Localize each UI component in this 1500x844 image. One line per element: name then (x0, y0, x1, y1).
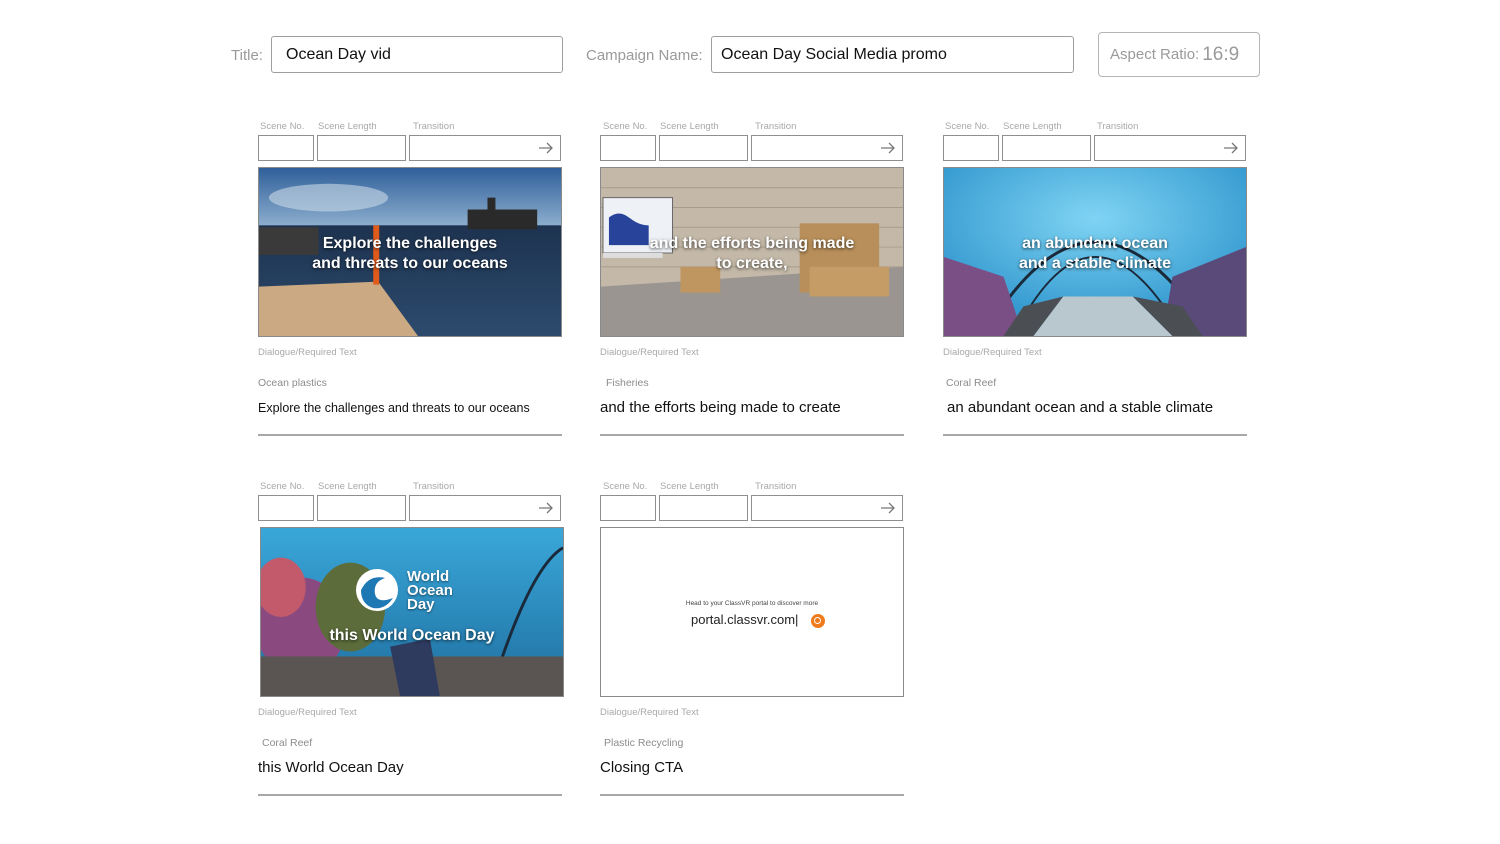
world-ocean-day-wordmark: World Ocean Day (407, 569, 453, 613)
title-label: Title: (231, 47, 263, 64)
portal-url-text: portal.classvr.com| (691, 612, 799, 627)
dialogue-label: Dialogue/Required Text (600, 707, 699, 718)
scene-no-input[interactable] (258, 135, 314, 161)
scene-dialogue[interactable]: an abundant ocean and a stable climate (947, 399, 1213, 416)
scene-thumbnail[interactable]: Head to your ClassVR portal to discover … (600, 527, 904, 697)
dialogue-label: Dialogue/Required Text (258, 707, 357, 718)
arrow-right-icon (881, 142, 895, 154)
overlay-line-1: and the efforts being made (649, 235, 855, 252)
field-labels: Scene No. Scene Length Transition (258, 481, 564, 493)
divider (258, 794, 562, 796)
field-labels: Scene No. Scene Length Transition (943, 121, 1249, 133)
arrow-right-icon (881, 502, 895, 514)
field-labels: Scene No. Scene Length Transition (600, 481, 906, 493)
transition-input[interactable] (409, 495, 561, 521)
transition-label: Transition (755, 121, 797, 132)
scene-topic[interactable]: Plastic Recycling (604, 737, 683, 749)
scene-thumbnail[interactable]: and the efforts being made to create, (600, 167, 904, 337)
scene-no-label: Scene No. (603, 481, 648, 492)
dialogue-label: Dialogue/Required Text (600, 347, 699, 358)
scene-no-label: Scene No. (260, 481, 305, 492)
overlay-line-2: to create, (716, 255, 788, 272)
scene-topic[interactable]: Coral Reef (946, 377, 996, 389)
scene-overlay-text: and the efforts being made to create, (601, 234, 903, 274)
overlay-line-1: this World Ocean Day (329, 627, 495, 644)
overlay-line-1: an abundant ocean (1022, 235, 1168, 252)
scene-overlay-text: Explore the challenges and threats to ou… (259, 234, 561, 274)
overlay-line-2: and a stable climate (1018, 255, 1172, 272)
transition-input[interactable] (751, 135, 903, 161)
scene-length-input[interactable] (317, 135, 406, 161)
scene-length-label: Scene Length (318, 121, 377, 132)
portal-url-field: portal.classvr.com| (679, 611, 819, 629)
scene-length-input[interactable] (1002, 135, 1091, 161)
overlay-line-1: Explore the challenges (322, 235, 498, 252)
campaign-name-label: Campaign Name: (586, 47, 703, 64)
scene-length-label: Scene Length (1003, 121, 1062, 132)
scene-no-input[interactable] (943, 135, 999, 161)
aspect-ratio-value: 16:9 (1202, 43, 1240, 65)
scene-dialogue[interactable]: this World Ocean Day (258, 759, 404, 776)
scene-length-input[interactable] (659, 135, 748, 161)
world-ocean-day-logo-icon (356, 569, 398, 611)
scene-thumbnail[interactable]: Explore the challenges and threats to ou… (258, 167, 562, 337)
transition-label: Transition (413, 121, 455, 132)
scene-length-label: Scene Length (660, 121, 719, 132)
scene-dialogue[interactable]: and the efforts being made to create (600, 399, 841, 416)
transition-input[interactable] (1094, 135, 1246, 161)
scene-overlay-text: an abundant ocean and a stable climate (944, 234, 1246, 274)
scene-length-label: Scene Length (318, 481, 377, 492)
scene-no-label: Scene No. (260, 121, 305, 132)
scene-thumbnail[interactable]: World Ocean Day this World Ocean Day (260, 527, 564, 697)
transition-input[interactable] (409, 135, 561, 161)
scene-no-input[interactable] (258, 495, 314, 521)
transition-input[interactable] (751, 495, 903, 521)
scene-card-5: Scene No. Scene Length Transition Head t… (600, 481, 906, 811)
scene-dialogue[interactable]: Explore the challenges and threats to ou… (258, 401, 530, 415)
scene-no-label: Scene No. (603, 121, 648, 132)
scene-no-input[interactable] (600, 135, 656, 161)
scene-no-input[interactable] (600, 495, 656, 521)
campaign-name-input[interactable]: Ocean Day Social Media promo (711, 36, 1074, 73)
divider (600, 434, 904, 436)
dialogue-label: Dialogue/Required Text (943, 347, 1042, 358)
transition-label: Transition (413, 481, 455, 492)
scene-topic[interactable]: Fisheries (606, 377, 649, 389)
overlay-line-2: and threats to our oceans (312, 255, 508, 272)
divider (600, 794, 904, 796)
scene-overlay-text: this World Ocean Day (261, 626, 563, 646)
search-icon (811, 614, 825, 628)
divider (258, 434, 562, 436)
scene-card-4: Scene No. Scene Length Transition World … (258, 481, 564, 811)
cta-instruction-text: Head to your ClassVR portal to discover … (685, 600, 819, 607)
transition-label: Transition (1097, 121, 1139, 132)
scene-topic[interactable]: Coral Reef (262, 737, 312, 749)
arrow-right-icon (1224, 142, 1238, 154)
title-input[interactable]: Ocean Day vid (271, 36, 563, 73)
transition-label: Transition (755, 481, 797, 492)
aspect-ratio-label: Aspect Ratio: (1110, 46, 1200, 63)
dialogue-label: Dialogue/Required Text (258, 347, 357, 358)
arrow-right-icon (539, 502, 553, 514)
scene-no-label: Scene No. (945, 121, 990, 132)
scene-card-2: Scene No. Scene Length Transition and th… (600, 121, 906, 451)
scene-length-input[interactable] (317, 495, 406, 521)
scene-topic[interactable]: Ocean plastics (258, 377, 327, 389)
scene-length-input[interactable] (659, 495, 748, 521)
aspect-ratio-selector[interactable]: Aspect Ratio: 16:9 (1098, 32, 1260, 77)
field-labels: Scene No. Scene Length Transition (600, 121, 906, 133)
scene-dialogue[interactable]: Closing CTA (600, 759, 683, 776)
scene-card-3: Scene No. Scene Length Transition an abu… (943, 121, 1249, 451)
logo-line-3: Day (407, 596, 435, 613)
arrow-right-icon (539, 142, 553, 154)
divider (943, 434, 1247, 436)
field-labels: Scene No. Scene Length Transition (258, 121, 564, 133)
scene-length-label: Scene Length (660, 481, 719, 492)
scene-card-1: Scene No. Scene Length Transition Explor… (258, 121, 564, 451)
scene-thumbnail[interactable]: an abundant ocean and a stable climate (943, 167, 1247, 337)
